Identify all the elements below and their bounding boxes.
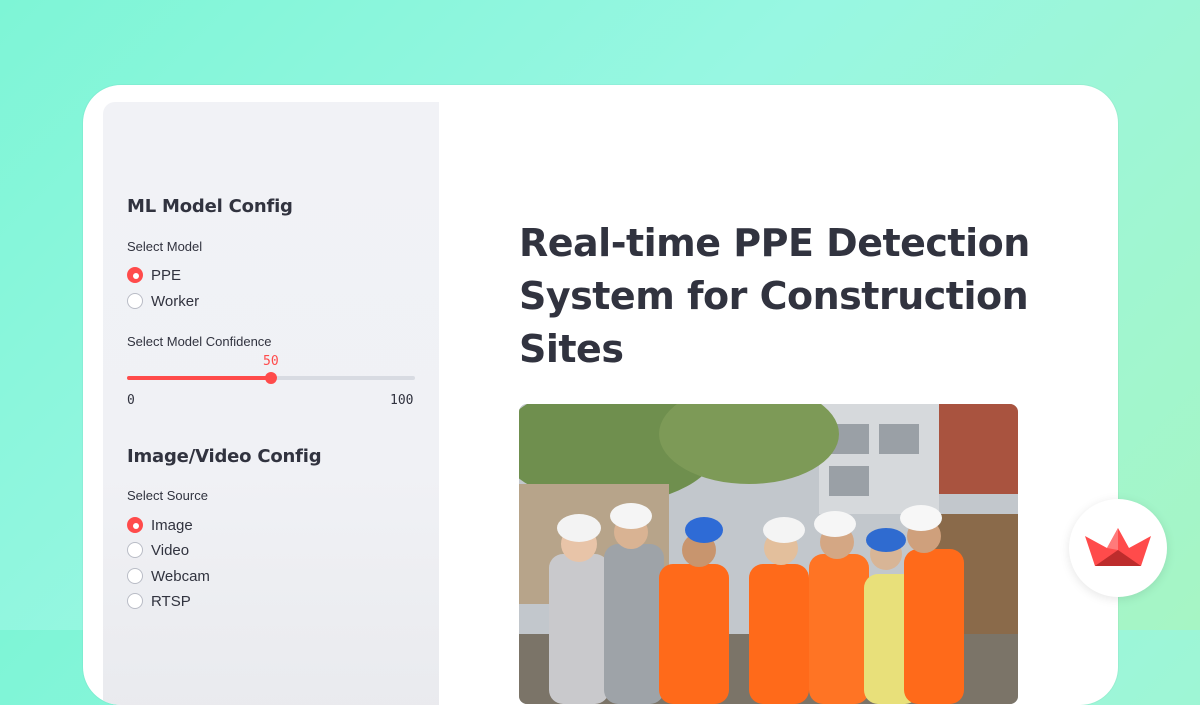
streamlit-crown-logo-icon [1085,528,1151,566]
source-option-webcam[interactable]: Webcam [127,566,210,586]
radio-unselected-icon[interactable] [127,568,143,584]
streamlit-logo-badge [1069,499,1167,597]
slider-max-label: 100 [390,393,414,408]
source-option-image[interactable]: Image [127,515,193,535]
confidence-label: Select Model Confidence [127,334,272,349]
source-option-video[interactable]: Video [127,540,189,560]
select-model-label: Select Model [127,239,203,254]
model-option-ppe[interactable]: PPE [127,265,181,285]
source-option-rtsp[interactable]: RTSP [127,591,191,611]
slider-min-label: 0 [127,393,135,408]
select-source-label: Select Source [127,488,208,503]
source-option-label: Webcam [151,567,210,585]
slider-fill [127,376,271,380]
page-title: Real-time PPE Detection System for Const… [519,221,1030,371]
model-option-label: Worker [151,292,200,310]
source-option-label: RTSP [151,592,191,610]
model-option-worker[interactable]: Worker [127,291,199,311]
sidebar: ML Model Config Select Model PPE Worker … [103,102,439,705]
model-option-label: PPE [151,266,182,284]
confidence-slider[interactable] [127,372,415,384]
radio-unselected-icon[interactable] [127,293,143,309]
slider-thumb[interactable] [265,372,277,384]
model-config-heading: ML Model Config [127,196,293,217]
radio-selected-icon[interactable] [127,267,143,283]
source-config-heading: Image/Video Config [127,446,322,467]
source-option-label: Image [151,516,193,534]
radio-unselected-icon[interactable] [127,593,143,609]
app-window: ML Model Config Select Model PPE Worker … [83,85,1118,705]
slider-value: 50 [263,354,279,369]
radio-selected-icon[interactable] [127,517,143,533]
radio-unselected-icon[interactable] [127,542,143,558]
photo-illustration [519,404,1018,704]
construction-workers-photo [519,404,1018,704]
source-option-label: Video [151,541,190,559]
